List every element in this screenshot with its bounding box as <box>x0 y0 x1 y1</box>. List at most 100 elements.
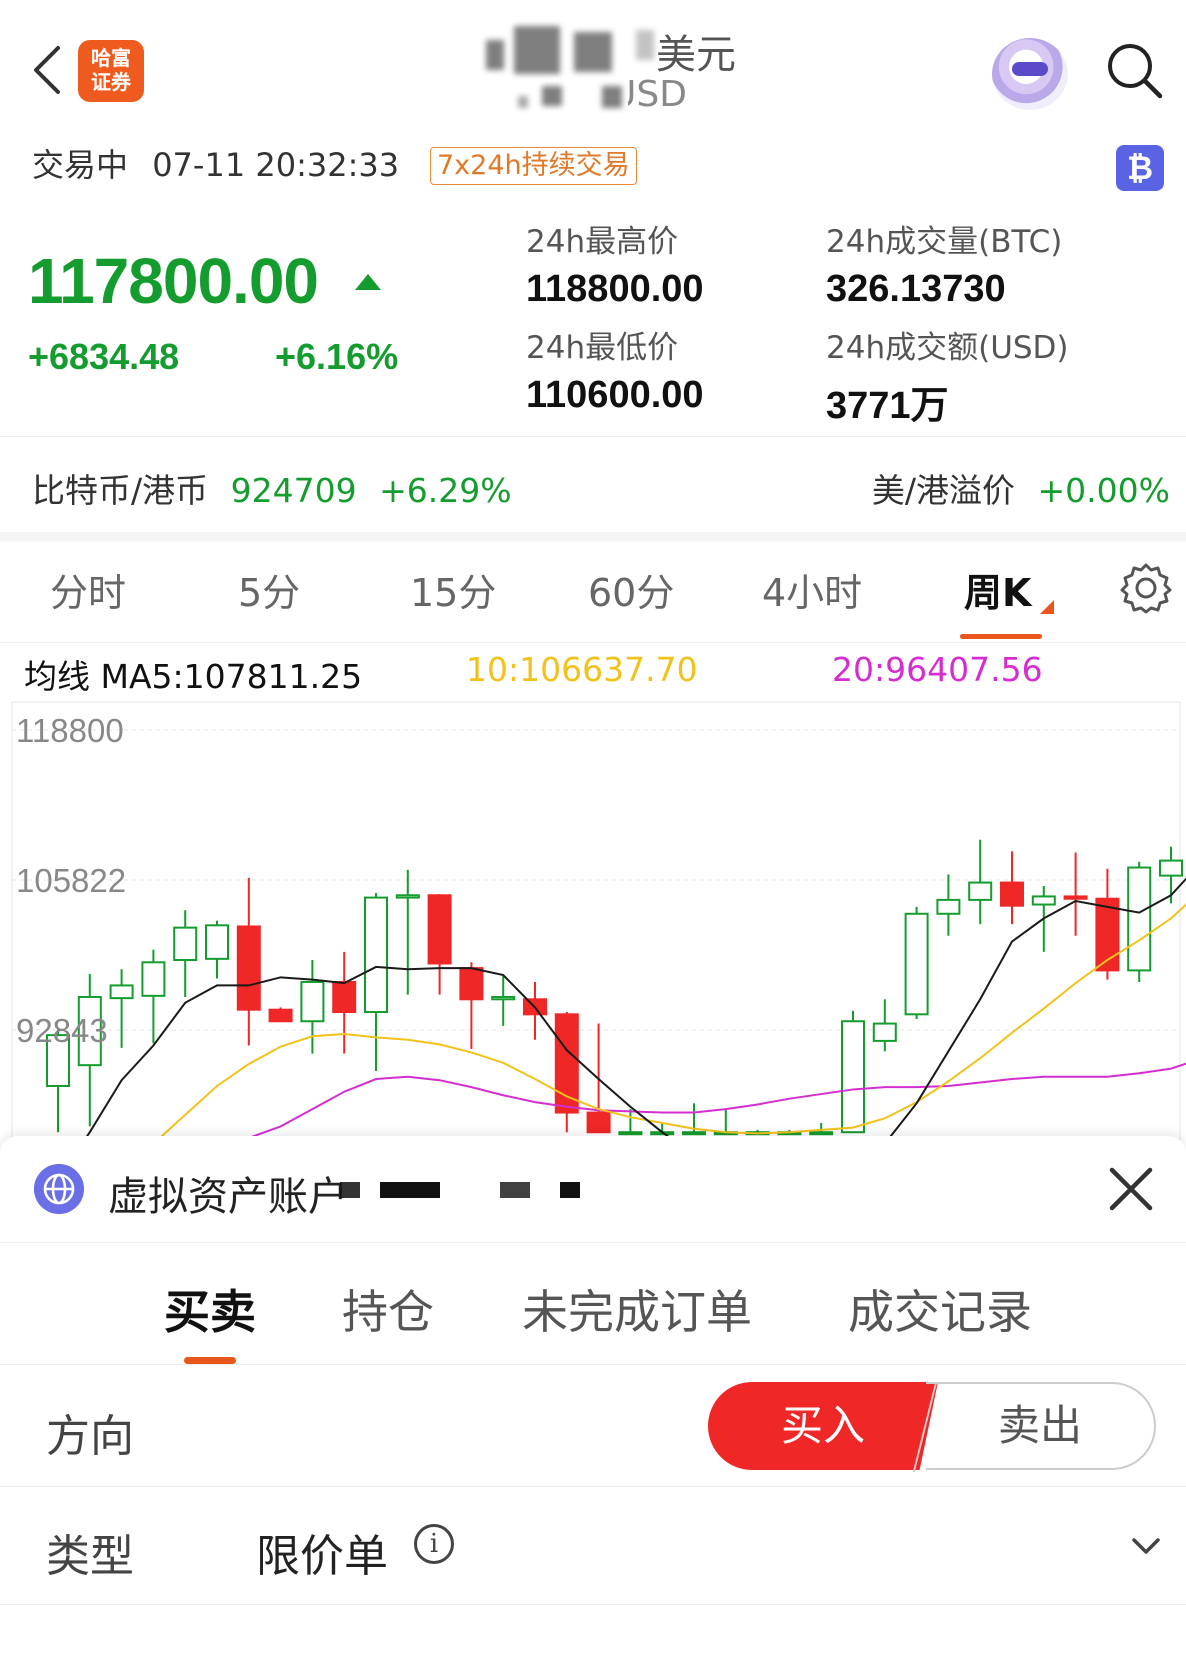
price-change: +6834.48 <box>28 336 180 377</box>
logo-line1: 哈富 <box>91 46 131 70</box>
divider <box>0 1486 1186 1487</box>
candle-body <box>364 896 388 1014</box>
status-state: 交易中 <box>32 146 129 184</box>
logo-line2: 证券 <box>91 70 131 94</box>
y-tick-label: 92843 <box>16 1012 108 1049</box>
candle-body <box>586 1111 611 1134</box>
chart-frame <box>11 701 1181 1140</box>
divider <box>0 1604 1186 1605</box>
candle-body <box>841 1020 865 1134</box>
page-subtitle: USD <box>500 74 700 122</box>
high-value: 118800.00 <box>526 268 704 310</box>
page-title: 美元 <box>470 18 750 78</box>
ma10-legend: 10:106637.70 <box>466 650 698 689</box>
search-icon[interactable] <box>1104 40 1166 102</box>
order-type-select[interactable]: 限价单 <box>256 1520 388 1584</box>
y-tick-label: 118800 <box>16 712 124 749</box>
low-label: 24h最低价 <box>526 330 679 366</box>
candle-body <box>809 1131 834 1136</box>
hkd-price: 924709 <box>230 471 357 510</box>
candle-body <box>236 925 261 1011</box>
price-up-arrow-icon <box>355 274 381 290</box>
candle-body <box>427 894 452 965</box>
low-value: 110600.00 <box>526 374 704 416</box>
tab-intraday[interactable]: 分时 <box>50 562 126 617</box>
candle-body <box>1159 859 1183 877</box>
candle-body <box>205 924 229 960</box>
candle-body <box>109 984 134 1000</box>
trading-status: 交易中 07-11 20:32:33 <box>32 140 399 186</box>
candle-body <box>1031 895 1056 906</box>
premium-label: 美/港溢价 <box>871 471 1016 510</box>
assistant-avatar-icon[interactable] <box>992 38 1068 110</box>
high-label: 24h最高价 <box>526 224 679 260</box>
turnover-label: 24h成交额(USD) <box>826 330 1069 366</box>
account-label: 虚拟资产账户 <box>108 1174 348 1220</box>
candle-body <box>618 1131 643 1136</box>
candle-body <box>872 1022 897 1042</box>
premium-quote: 美/港溢价 +0.00% <box>872 464 1170 512</box>
chevron-down-icon[interactable] <box>1128 1528 1164 1564</box>
candle-body <box>459 967 484 1001</box>
tab-60min[interactable]: 60分 <box>588 562 674 617</box>
volume-value: 326.13730 <box>826 268 1006 310</box>
candle-body <box>332 980 357 1014</box>
candle-body <box>554 1013 579 1114</box>
tab-weekly[interactable]: 周K <box>964 562 1031 617</box>
section-gap <box>0 532 1186 542</box>
divider <box>0 1242 1186 1243</box>
candle-body <box>1127 866 1152 972</box>
sell-button[interactable]: 卖出 <box>926 1382 1156 1470</box>
globe-icon <box>34 1164 84 1214</box>
broker-logo: 哈富 证券 <box>78 40 144 102</box>
hkd-percent: +6.29% <box>379 471 512 510</box>
tab-active-indicator <box>960 634 1042 639</box>
close-icon[interactable] <box>1106 1164 1156 1214</box>
hkd-quote: 比特币/港币 924709 +6.29% <box>32 464 512 512</box>
tab-15min[interactable]: 15分 <box>410 562 496 617</box>
premium-value: +0.00% <box>1037 471 1170 510</box>
candle-body <box>968 881 993 901</box>
candle-body <box>300 980 325 1023</box>
ma20-legend: 20:96407.56 <box>832 650 1043 689</box>
tab-trade-history[interactable]: 成交记录 <box>848 1276 1032 1342</box>
divider <box>0 436 1186 437</box>
divider <box>0 642 1186 643</box>
candle-body <box>141 961 166 997</box>
candle-body <box>173 926 198 961</box>
tab-positions[interactable]: 持仓 <box>342 1276 434 1342</box>
candle-body <box>1063 895 1088 900</box>
gear-icon[interactable] <box>1118 560 1174 616</box>
volume-label: 24h成交量(BTC) <box>826 224 1063 260</box>
tab-open-orders[interactable]: 未完成订单 <box>522 1276 752 1342</box>
candle-body <box>682 1131 706 1136</box>
tab-active-indicator <box>184 1357 236 1364</box>
back-arrow-icon[interactable] <box>28 40 68 100</box>
candle-body <box>904 912 929 1016</box>
candle-body <box>1000 881 1024 907</box>
price-change-percent: +6.16% <box>275 336 399 377</box>
candle-body <box>491 995 516 1001</box>
turnover-value: 3771万 <box>826 385 949 427</box>
status-timestamp: 07-11 20:32:33 <box>152 146 400 184</box>
ma5-legend: 均线 MA5:107811.25 <box>24 657 363 696</box>
trading-hours-tag: 7x24h持续交易 <box>430 147 637 185</box>
candle-body <box>936 898 961 915</box>
tab-5min[interactable]: 5分 <box>238 562 300 617</box>
candle-body <box>268 1008 293 1023</box>
info-icon[interactable]: i <box>414 1524 454 1564</box>
candle-body <box>395 894 420 899</box>
kline-chart[interactable]: 118800 105822 92843 <box>0 700 1186 1140</box>
hkd-label: 比特币/港币 <box>32 471 209 510</box>
bitcoin-icon[interactable]: ₿ <box>1116 145 1164 191</box>
buy-button[interactable]: 买入 <box>708 1382 938 1470</box>
title-text: 美元 <box>656 32 736 78</box>
last-price: 117800.00 <box>28 245 319 317</box>
direction-label: 方向 <box>46 1411 134 1462</box>
tab-trade[interactable]: 买卖 <box>164 1276 256 1342</box>
tab-dropdown-marker-icon <box>1040 600 1054 614</box>
tab-4hour[interactable]: 4小时 <box>762 562 862 617</box>
y-tick-label: 105822 <box>16 862 126 899</box>
divider <box>0 1364 1186 1365</box>
order-type-label: 类型 <box>46 1531 134 1582</box>
